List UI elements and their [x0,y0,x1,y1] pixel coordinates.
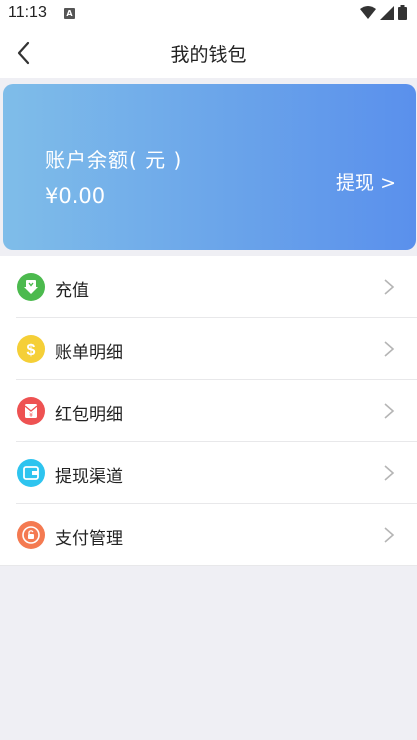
menu-item-label: 账单明细 [55,343,123,363]
balance-amount: ¥0.00 [45,184,106,208]
svg-text:$: $ [27,342,36,359]
menu-item-label: 红包明细 [55,405,123,425]
nav-bar: 我的钱包 [0,28,417,78]
chevron-right-icon [384,465,395,481]
status-bar: 11:13 A [0,0,417,28]
svg-text:¥: ¥ [29,412,33,419]
divider [0,565,417,566]
chevron-right-icon [384,527,395,543]
status-time: 11:13 [8,4,47,21]
recharge-icon [17,273,45,301]
red-envelope-icon: ¥ [17,397,45,425]
wallet-menu: 充值 $ 账单明细 ¥ 红包明细 提现渠道 支付管理 [0,256,417,566]
menu-item-label: 提现渠道 [55,467,123,487]
chevron-right-icon [384,279,395,295]
signal-icon [380,5,394,20]
menu-item-withdraw-channel[interactable]: 提现渠道 [0,442,417,504]
payment-lock-icon [17,521,45,549]
menu-item-label: 充值 [55,281,89,301]
wallet-icon [17,459,45,487]
battery-icon [398,5,407,20]
menu-item-bill-details[interactable]: $ 账单明细 [0,318,417,380]
menu-item-payment-management[interactable]: 支付管理 [0,504,417,566]
chevron-right-icon [384,341,395,357]
chevron-right-icon [384,403,395,419]
status-icons [360,5,407,20]
menu-item-red-envelope-details[interactable]: ¥ 红包明细 [0,380,417,442]
wifi-icon [360,5,376,19]
withdraw-button[interactable]: 提现 > [336,168,396,195]
balance-label: 账户余额( 元 ) [45,148,183,172]
menu-item-label: 支付管理 [55,529,123,549]
menu-item-recharge[interactable]: 充值 [0,256,417,318]
balance-card: 账户余额( 元 ) ¥0.00 提现 > [3,84,416,250]
notification-badge-icon: A [64,8,75,19]
bill-dollar-icon: $ [17,335,45,363]
page-title: 我的钱包 [170,44,247,66]
